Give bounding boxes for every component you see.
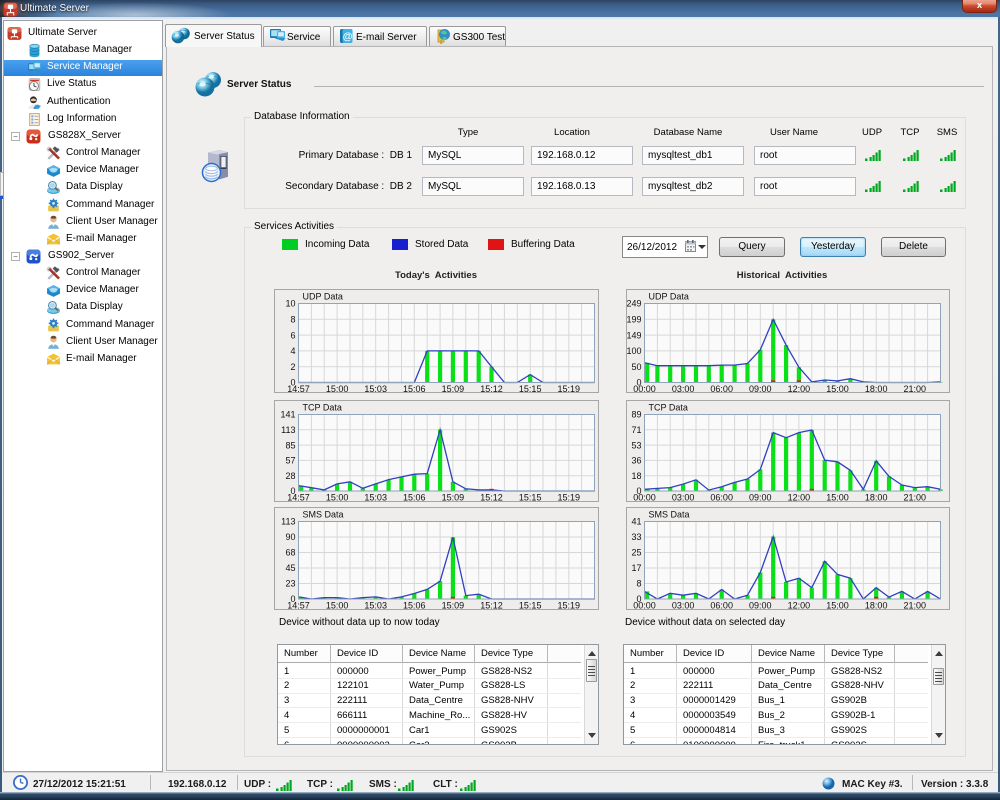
svg-text:15:03: 15:03 [364, 601, 387, 611]
svg-text:15:12: 15:12 [480, 601, 503, 611]
svg-text:14:57: 14:57 [287, 601, 310, 611]
svg-text:89: 89 [631, 410, 641, 420]
svg-text:12:00: 12:00 [788, 601, 811, 611]
svg-text:SMS Data: SMS Data [303, 510, 344, 520]
svg-text:100: 100 [626, 346, 641, 356]
svg-text:21:00: 21:00 [904, 493, 927, 503]
svg-text:03:00: 03:00 [672, 384, 695, 393]
svg-text:15:09: 15:09 [442, 384, 465, 393]
svg-text:33: 33 [631, 532, 641, 542]
svg-text:UDP Data: UDP Data [649, 292, 689, 302]
svg-text:15:00: 15:00 [326, 384, 349, 393]
svg-text:12:00: 12:00 [788, 384, 811, 393]
svg-text:15:06: 15:06 [403, 493, 426, 503]
svg-text:6: 6 [290, 330, 295, 340]
svg-text:15:00: 15:00 [826, 384, 849, 393]
svg-text:15:00: 15:00 [326, 493, 349, 503]
svg-text:09:00: 09:00 [749, 601, 772, 611]
svg-text:36: 36 [631, 456, 641, 466]
svg-text:53: 53 [631, 440, 641, 450]
svg-text:00:00: 00:00 [633, 384, 656, 393]
svg-text:15:19: 15:19 [558, 384, 581, 393]
svg-text:15:09: 15:09 [442, 601, 465, 611]
svg-text:15:15: 15:15 [519, 493, 542, 503]
svg-text:15:12: 15:12 [480, 384, 503, 393]
svg-text:09:00: 09:00 [749, 384, 772, 393]
svg-text:2: 2 [290, 362, 295, 372]
svg-text:18:00: 18:00 [865, 601, 888, 611]
svg-text:15:06: 15:06 [403, 384, 426, 393]
svg-text:00:00: 00:00 [633, 601, 656, 611]
svg-text:141: 141 [280, 410, 295, 420]
svg-text:113: 113 [281, 425, 295, 435]
svg-text:23: 23 [285, 579, 295, 589]
svg-text:113: 113 [281, 517, 295, 527]
svg-text:21:00: 21:00 [904, 384, 927, 393]
svg-text:15:19: 15:19 [558, 493, 581, 503]
svg-text:41: 41 [631, 517, 641, 527]
svg-text:14:57: 14:57 [287, 384, 310, 393]
svg-text:03:00: 03:00 [672, 493, 695, 503]
svg-text:15:03: 15:03 [364, 384, 387, 393]
svg-text:03:00: 03:00 [672, 601, 695, 611]
svg-text:18:00: 18:00 [865, 384, 888, 393]
svg-text:@: @ [343, 32, 353, 43]
svg-text:SMS Data: SMS Data [649, 510, 690, 520]
svg-text:8: 8 [636, 579, 641, 589]
svg-text:4: 4 [290, 346, 295, 356]
svg-text:14:57: 14:57 [287, 493, 310, 503]
svg-text:21:00: 21:00 [904, 601, 927, 611]
svg-text:15:00: 15:00 [826, 601, 849, 611]
svg-text:15:03: 15:03 [364, 493, 387, 503]
svg-text:06:00: 06:00 [710, 601, 733, 611]
svg-text:50: 50 [631, 362, 641, 372]
svg-text:12:00: 12:00 [788, 493, 811, 503]
svg-text:249: 249 [626, 299, 641, 309]
svg-text:TCP Data: TCP Data [303, 403, 342, 413]
svg-text:15:15: 15:15 [519, 601, 542, 611]
svg-text:00:00: 00:00 [633, 493, 656, 503]
svg-text:09:00: 09:00 [749, 493, 772, 503]
svg-text:17: 17 [631, 563, 641, 573]
svg-text:28: 28 [285, 471, 295, 481]
svg-text:15:19: 15:19 [558, 601, 581, 611]
svg-text:15:15: 15:15 [519, 384, 542, 393]
svg-text:8: 8 [290, 315, 295, 325]
svg-text:71: 71 [631, 425, 641, 435]
svg-text:57: 57 [285, 456, 295, 466]
svg-text:90: 90 [285, 532, 295, 542]
svg-text:85: 85 [285, 440, 295, 450]
svg-text:199: 199 [626, 315, 641, 325]
svg-text:06:00: 06:00 [710, 384, 733, 393]
svg-text:15:09: 15:09 [442, 493, 465, 503]
svg-text:06:00: 06:00 [710, 493, 733, 503]
svg-text:68: 68 [285, 548, 295, 558]
svg-text:149: 149 [626, 330, 641, 340]
svg-text:TCP Data: TCP Data [649, 403, 688, 413]
svg-text:15:12: 15:12 [480, 493, 503, 503]
svg-text:25: 25 [631, 548, 641, 558]
svg-text:18: 18 [631, 471, 641, 481]
svg-text:15:00: 15:00 [826, 493, 849, 503]
svg-text:15:06: 15:06 [403, 601, 426, 611]
svg-text:UDP Data: UDP Data [303, 292, 343, 302]
svg-text:15:00: 15:00 [326, 601, 349, 611]
svg-text:10: 10 [285, 299, 295, 309]
svg-text:45: 45 [285, 563, 295, 573]
svg-text:18:00: 18:00 [865, 493, 888, 503]
